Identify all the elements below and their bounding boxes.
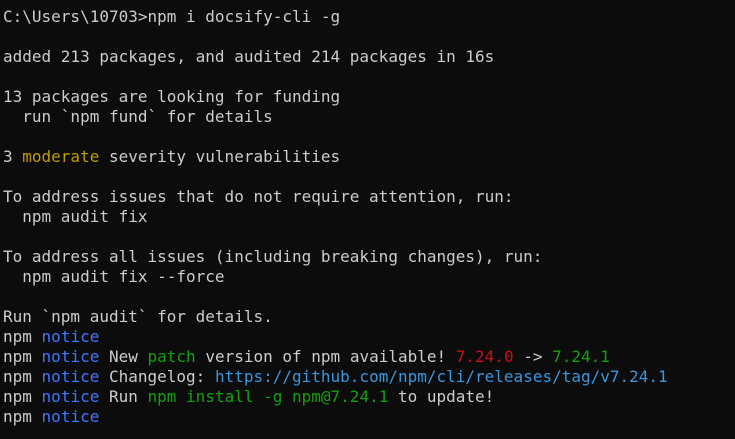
new-version: 7.24.1	[552, 347, 610, 366]
notice-label: notice	[41, 407, 100, 426]
terminal-window[interactable]: C:\Users\10703>npm i docsify-cli -g adde…	[0, 0, 735, 439]
prompt: C:\Users\10703>	[3, 7, 148, 26]
patch-label: patch	[147, 347, 196, 366]
output-funding: 13 packages are looking for funding	[3, 87, 341, 106]
changelog-label: Changelog:	[99, 367, 215, 386]
notice-line: npm notice	[3, 327, 735, 347]
notice-line: npm notice	[3, 407, 735, 427]
changelog-link[interactable]: https://github.com/npm/cli/releases/tag/…	[215, 367, 668, 386]
output-funding-hint: run `npm fund` for details	[3, 107, 273, 126]
notice-text: version of npm available!	[195, 347, 456, 366]
notice-changelog: npm notice Changelog: https://github.com…	[3, 367, 735, 387]
output-vulnerabilities: 3 moderate severity vulnerabilities	[3, 147, 735, 167]
npm-label: npm	[3, 387, 32, 406]
install-command: npm install -g npm@7.24.1	[147, 387, 389, 406]
notice-update-command: npm notice Run npm install -g npm@7.24.1…	[3, 387, 735, 407]
output-fix-command: npm audit fix	[3, 207, 148, 226]
arrow-text: ->	[513, 347, 553, 366]
output-fix-force-command: npm audit fix --force	[3, 267, 225, 286]
notice-label: notice	[41, 387, 100, 406]
vuln-count: 3	[3, 147, 23, 166]
command-text: npm i docsify-cli -g	[147, 7, 341, 26]
notice-new-version: npm notice New patch version of npm avai…	[3, 347, 735, 367]
notice-label: notice	[41, 327, 100, 346]
notice-text: New	[99, 347, 148, 366]
notice-label: notice	[41, 367, 100, 386]
npm-label: npm	[3, 367, 32, 386]
old-version: 7.24.0	[455, 347, 514, 366]
notice-label: notice	[41, 347, 100, 366]
npm-label: npm	[3, 347, 32, 366]
npm-label: npm	[3, 407, 32, 426]
vuln-level: moderate	[22, 147, 100, 166]
output-added: added 213 packages, and audited 214 pack…	[3, 47, 495, 66]
run-label: Run	[99, 387, 148, 406]
output-address-info: To address issues that do not require at…	[3, 187, 514, 206]
npm-label: npm	[3, 327, 32, 346]
command-line: C:\Users\10703>npm i docsify-cli -g	[3, 7, 735, 27]
output-run-audit: Run `npm audit` for details.	[3, 307, 273, 326]
to-update-text: to update!	[388, 387, 495, 406]
output-address-all: To address all issues (including breakin…	[3, 247, 543, 266]
vuln-rest: severity vulnerabilities	[99, 147, 341, 166]
